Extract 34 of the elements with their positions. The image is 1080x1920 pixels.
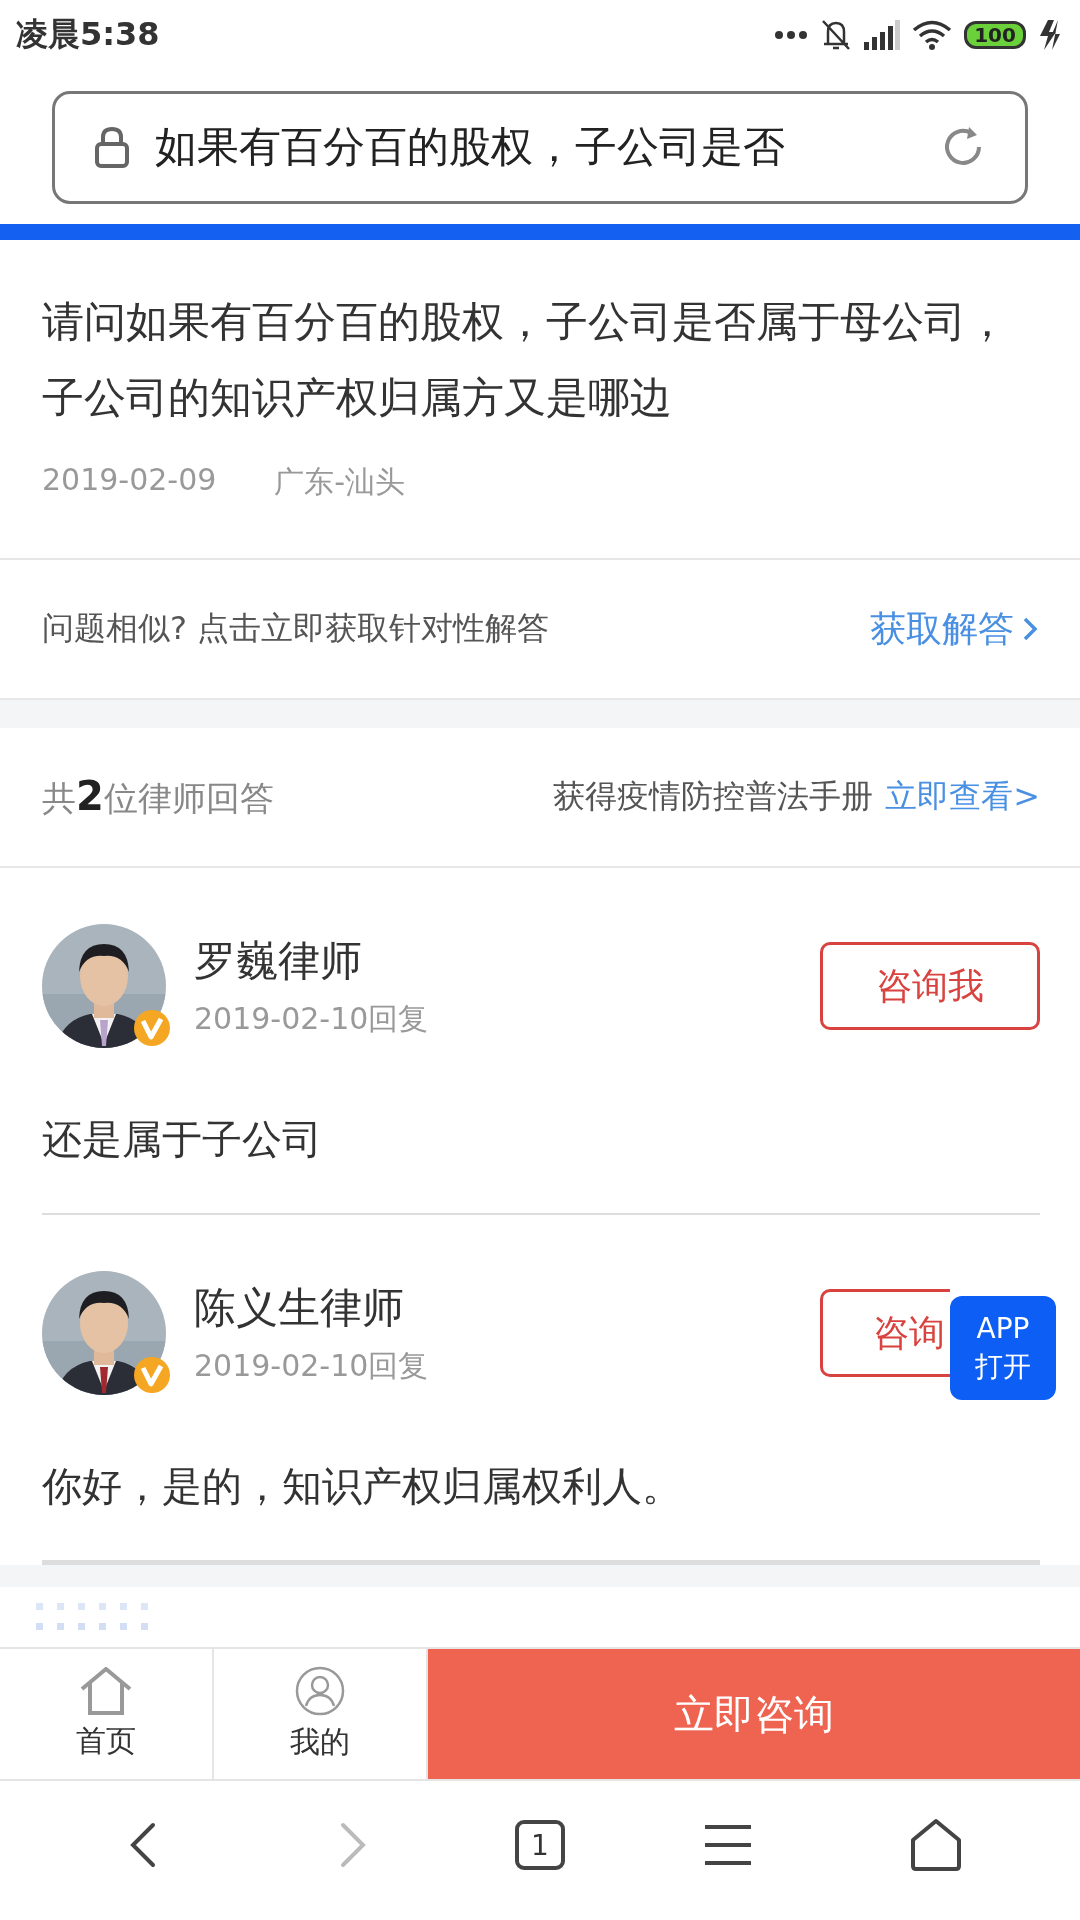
question-location: 广东-汕头	[274, 463, 406, 501]
url-text: 如果有百分百的股权，子公司是否	[155, 121, 785, 173]
nav-label: 我的	[290, 1722, 350, 1761]
bell-off-icon	[820, 18, 852, 52]
lawyer-name: 陈义生律师	[194, 1281, 405, 1334]
consult-button[interactable]: 咨询我	[820, 942, 1040, 1030]
lawyer-name: 罗巍律师	[194, 934, 363, 987]
home-icon	[80, 1666, 132, 1715]
signal-icon	[864, 20, 900, 50]
home-icon	[910, 1818, 962, 1872]
user-icon	[295, 1665, 345, 1716]
open-app-button[interactable]: APP 打开	[950, 1296, 1056, 1400]
promo-text: 获得疫情防控普法手册	[553, 776, 874, 817]
consult-now-button[interactable]: 立即咨询	[428, 1649, 1080, 1779]
address-bar[interactable]: 如果有百分百的股权，子公司是否	[52, 90, 1028, 204]
get-answer-link[interactable]: 获取解答	[870, 604, 1038, 654]
answer-count: 共2位律师回答	[42, 772, 274, 821]
nav-label: 首页	[76, 1721, 136, 1760]
chevron-icon	[1022, 616, 1038, 642]
reply-date: 2019-02-10回复	[194, 999, 430, 1038]
view-now-link[interactable]: 立即查看>	[885, 775, 1040, 819]
similar-prompt: 问题相似? 点击立即获取针对性解答	[42, 608, 550, 649]
question-date: 2019-02-09	[42, 462, 217, 499]
answer-text: 你好，是的，知识产权归属权利人。	[42, 1462, 683, 1511]
consult-button[interactable]: 咨询	[820, 1289, 950, 1377]
battery-level: 100	[964, 21, 1026, 49]
answer-text: 还是属于子公司	[42, 1115, 323, 1164]
more-icon	[774, 30, 808, 40]
reply-date: 2019-02-10回复	[194, 1346, 430, 1385]
question-text: 请问如果有百分百的股权，子公司是否属于母公司，子公司的知识产权归属方又是哪边	[42, 296, 1009, 424]
status-time: 凌晨5:38	[16, 14, 160, 55]
tabs-button[interactable]: 1	[515, 1820, 565, 1870]
wifi-icon	[912, 20, 952, 50]
menu-icon	[703, 1823, 753, 1867]
